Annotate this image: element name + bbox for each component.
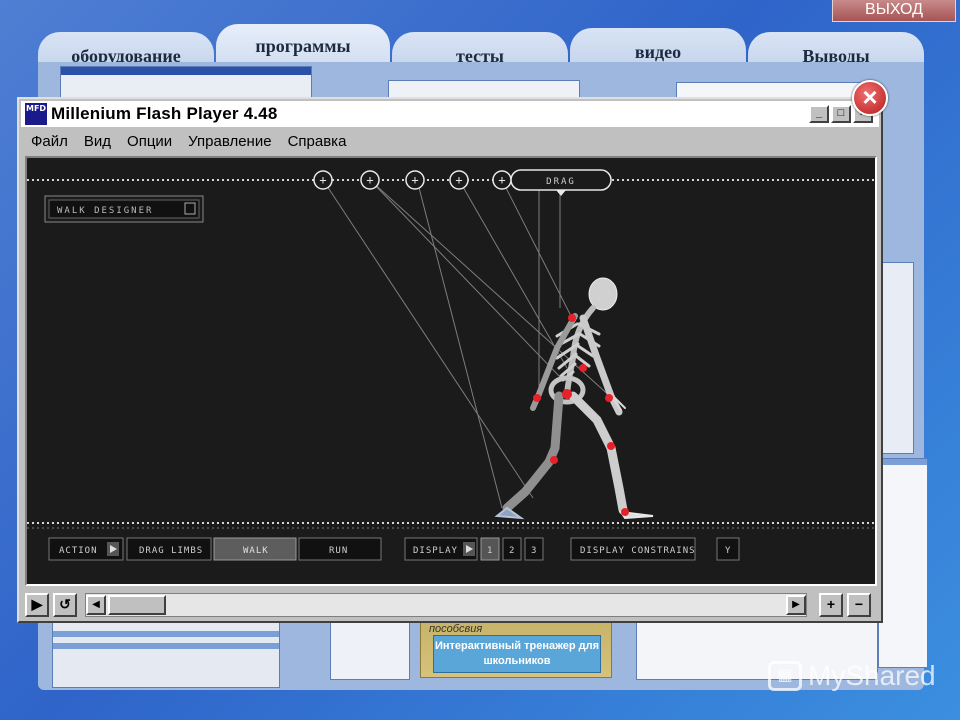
- zoom-out-button[interactable]: −: [847, 593, 871, 617]
- trainer-banner[interactable]: пособсвия Интерактивный тренажер для шко…: [420, 622, 612, 678]
- walk-button[interactable]: WALK: [213, 537, 297, 561]
- trainer-caption: пособсвия: [429, 623, 483, 635]
- walk-designer-panel: WALK DESIGNER: [44, 195, 204, 223]
- drag-handle[interactable]: DRAG: [510, 169, 612, 196]
- display-option-1[interactable]: 1: [480, 537, 500, 561]
- background-screenshot: [330, 622, 410, 680]
- play-button[interactable]: ▶: [25, 593, 49, 617]
- tab-label: видео: [634, 42, 682, 62]
- display-constrains-button[interactable]: DISPLAY CONSTRAINS: [570, 537, 696, 561]
- close-overlay-icon[interactable]: ×: [852, 80, 888, 116]
- y-label: Y: [725, 546, 731, 556]
- background-screenshot: [60, 66, 312, 100]
- menu-options[interactable]: Опции: [127, 133, 172, 150]
- action-dropdown[interactable]: ACTION: [48, 537, 124, 561]
- run-button[interactable]: RUN: [298, 537, 382, 561]
- tab-label: программы: [255, 36, 351, 56]
- walk-designer-label: WALK DESIGNER: [57, 206, 153, 216]
- watermark: ▦ MyShared: [768, 656, 936, 696]
- display-3-label: 3: [531, 546, 537, 556]
- exit-button[interactable]: ВЫХОД: [832, 0, 956, 22]
- trainer-title: Интерактивный тренажер для школьников: [433, 635, 601, 673]
- run-label: RUN: [329, 546, 348, 556]
- menu-bar: Файл Вид Опции Управление Справка: [21, 129, 879, 153]
- flash-stage[interactable]: WALK DESIGNER + + + + + DRAG ACTION DRAG…: [25, 156, 877, 586]
- player-controls: ▶ ↺ ◀ ▶ + −: [21, 590, 879, 620]
- menu-view[interactable]: Вид: [84, 133, 111, 150]
- menu-control[interactable]: Управление: [188, 133, 271, 150]
- walk-designer-canvas: WALK DESIGNER + + + + + DRAG ACTION DRAG…: [27, 169, 875, 561]
- background-screenshot: [878, 262, 914, 454]
- action-label: ACTION: [59, 546, 98, 556]
- display-constrains-label: DISPLAY CONSTRAINS: [580, 546, 696, 556]
- svg-text:+: +: [319, 173, 326, 187]
- flash-player-window: MFD Millenium Flash Player 4.48 _ □ × Фа…: [17, 97, 883, 623]
- app-icon: MFD: [25, 103, 47, 125]
- watermark-text: MyShared: [808, 660, 936, 691]
- menu-file[interactable]: Файл: [31, 133, 68, 150]
- title-bar[interactable]: MFD Millenium Flash Player 4.48 _ □ ×: [21, 101, 879, 127]
- timeline-scrollbar[interactable]: ◀ ▶: [85, 593, 807, 617]
- drag-limbs-label: DRAG LIMBS: [139, 546, 203, 556]
- background-screenshot: [878, 458, 928, 668]
- maximize-button[interactable]: □: [831, 105, 851, 123]
- svg-text:+: +: [455, 173, 462, 187]
- display-option-3[interactable]: 3: [524, 537, 544, 561]
- y-toggle[interactable]: Y: [716, 537, 740, 561]
- svg-text:+: +: [366, 173, 373, 187]
- rewind-button[interactable]: ↺: [53, 593, 77, 617]
- minimize-button[interactable]: _: [809, 105, 829, 123]
- watermark-icon: ▦: [768, 661, 802, 691]
- scroll-right-button[interactable]: ▶: [786, 595, 806, 615]
- display-dropdown[interactable]: DISPLAY: [404, 537, 478, 561]
- svg-text:+: +: [411, 173, 418, 187]
- window-title: Millenium Flash Player 4.48: [51, 104, 278, 123]
- display-option-2[interactable]: 2: [502, 537, 522, 561]
- background-screenshot: [52, 622, 280, 688]
- skeleton-figure[interactable]: [494, 277, 654, 520]
- drag-label: DRAG: [546, 177, 576, 187]
- zoom-in-button[interactable]: +: [819, 593, 843, 617]
- drag-limbs-button[interactable]: DRAG LIMBS: [126, 537, 212, 561]
- display-2-label: 2: [509, 546, 515, 556]
- scroll-left-button[interactable]: ◀: [86, 595, 106, 615]
- menu-help[interactable]: Справка: [288, 133, 347, 150]
- svg-text:+: +: [498, 173, 505, 187]
- display-label: DISPLAY: [413, 546, 458, 556]
- walk-label: WALK: [243, 546, 269, 556]
- display-1-label: 1: [487, 546, 493, 556]
- scroll-thumb[interactable]: [108, 595, 166, 615]
